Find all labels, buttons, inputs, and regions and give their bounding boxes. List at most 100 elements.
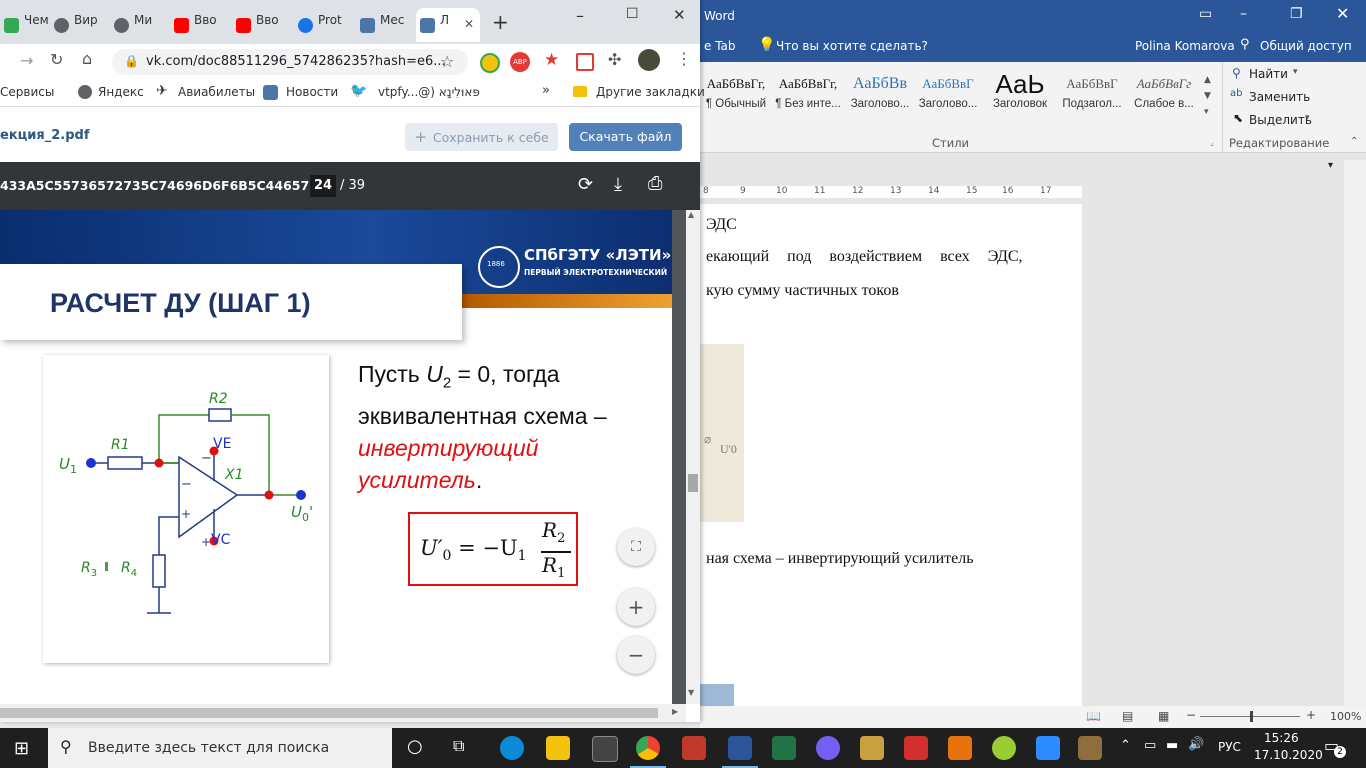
zoom-in-button[interactable]: + (617, 588, 655, 626)
zoom-out-button[interactable]: − (617, 636, 655, 674)
close-icon[interactable]: ✕ (1336, 4, 1349, 23)
reload-icon[interactable]: ↻ (50, 50, 63, 69)
zoom-icon[interactable] (1036, 736, 1060, 760)
more-bookmarks-icon[interactable]: » (542, 83, 550, 98)
scroll-thumb[interactable] (688, 474, 698, 492)
browser-tab[interactable]: Мес (356, 8, 418, 42)
tell-me-input[interactable]: Что вы хотите сделать? (776, 39, 928, 53)
print-layout-icon[interactable]: ▤ (1122, 709, 1133, 723)
taskbar-search[interactable]: ⚲ Введите здесь текст для поиска (48, 728, 392, 768)
download-icon[interactable]: ⤓ (614, 174, 622, 195)
download-button[interactable]: Скачать файл (569, 123, 682, 151)
replace-button[interactable]: Заменить (1249, 90, 1310, 104)
web-layout-icon[interactable]: ▦ (1158, 709, 1169, 723)
read-mode-icon[interactable]: 📖 (1086, 709, 1101, 723)
restore-icon[interactable]: ❐ (1290, 6, 1303, 22)
viber-icon[interactable] (816, 736, 840, 760)
app-icon[interactable] (992, 736, 1016, 760)
windows-start-icon[interactable]: ⊞ (14, 738, 29, 759)
solidworks-icon[interactable] (904, 736, 928, 760)
bookmark-news[interactable]: Новости (286, 85, 338, 99)
style-no-spacing[interactable]: АаБбВвГг, ¶ Без инте... (772, 70, 844, 120)
browser-tab[interactable]: Вир (50, 8, 112, 42)
maximize-icon[interactable]: ☐ (626, 6, 639, 22)
scroll-down-icon[interactable]: ▼ (688, 688, 694, 697)
bookmark-twitter[interactable]: vtpfy...@) פּאוּלִינָא (378, 85, 480, 99)
browser-tab[interactable]: Ми (110, 8, 172, 42)
home-icon[interactable]: ⌂ (82, 49, 92, 68)
cortana-icon[interactable]: ○ (407, 736, 423, 757)
search-input[interactable]: Введите здесь текст для поиска (88, 740, 329, 756)
collapse-ribbon-icon[interactable]: ⌃ (1350, 136, 1358, 147)
browser-tab-active[interactable]: Л ✕ (416, 8, 480, 42)
chevron-down-icon[interactable]: ▾ (1305, 113, 1310, 123)
matlab-icon[interactable] (948, 736, 972, 760)
bookmark-other[interactable]: Другие закладки (596, 85, 705, 99)
browser-tab[interactable]: Вво (170, 8, 232, 42)
close-icon[interactable]: ✕ (673, 6, 686, 24)
style-title[interactable]: АаЬ Заголовок (984, 70, 1056, 120)
style-subtle[interactable]: АаБбВвГг Слабое в... (1128, 70, 1200, 120)
app-icon[interactable] (860, 736, 884, 760)
zoom-out-icon[interactable]: − (1186, 708, 1196, 722)
rotate-icon[interactable]: ⟳ (578, 174, 593, 195)
ribbon-tab-partial[interactable]: e Tab (704, 39, 736, 53)
bookmark-yandex[interactable]: Яндекс (98, 85, 144, 99)
clock-time[interactable]: 15:26 (1264, 731, 1299, 745)
app-icon[interactable] (682, 736, 706, 760)
print-icon[interactable]: ⎙ (648, 173, 662, 194)
bookmark-avia[interactable]: Авиабилеты (178, 85, 255, 99)
ribbon-display-icon[interactable]: ▭ (1199, 6, 1212, 22)
network-icon[interactable]: ▭ (1144, 738, 1156, 753)
scroll-thumb[interactable] (0, 708, 658, 718)
share-button[interactable]: Общий доступ (1260, 39, 1352, 53)
language-indicator[interactable]: РУС (1218, 740, 1241, 754)
paint-icon[interactable] (1078, 736, 1102, 760)
store-icon[interactable] (592, 736, 618, 762)
explorer-icon[interactable] (546, 736, 570, 760)
pdf-vertical-scrollbar[interactable]: ▲ ▼ (686, 210, 700, 704)
pocket-icon[interactable] (576, 53, 594, 71)
volume-icon[interactable]: 🔊 (1188, 737, 1204, 752)
tray-chevron-icon[interactable]: ⌃ (1120, 738, 1131, 753)
tab-close-icon[interactable]: ✕ (464, 17, 474, 31)
select-button[interactable]: Выделить (1249, 113, 1312, 127)
edge-icon[interactable] (500, 736, 524, 760)
new-tab-button[interactable]: + (492, 10, 509, 34)
avatar[interactable] (638, 49, 660, 71)
adblock-icon[interactable]: ABP (510, 52, 530, 72)
puzzle-icon[interactable]: ✣ (608, 50, 621, 69)
horizontal-ruler[interactable]: 8 9 10 11 12 13 14 15 16 17 (700, 186, 1082, 198)
browser-tab[interactable]: Prot (294, 8, 356, 42)
style-heading2[interactable]: АаБбВвГ Заголово... (912, 70, 984, 120)
chevron-down-icon[interactable]: ▾ (1293, 67, 1298, 77)
zoom-slider-thumb[interactable] (1250, 711, 1253, 722)
zoom-level[interactable]: 100% (1330, 710, 1361, 723)
styles-launcher-icon[interactable]: ⌟ (1210, 138, 1214, 147)
minimize-icon[interactable]: – (1240, 6, 1247, 22)
style-normal[interactable]: АаБбВвГг, ¶ Обычный (700, 70, 772, 120)
scroll-up-icon[interactable]: ▲ (688, 210, 694, 219)
style-subtitle[interactable]: АаБбВвГ Подзагол... (1056, 70, 1128, 120)
clock-date[interactable]: 17.10.2020 (1254, 748, 1323, 762)
chrome-icon[interactable] (636, 736, 660, 760)
extension-icon[interactable] (480, 53, 500, 73)
document-page[interactable]: ЭДС екающий под воздействием всех ЭДС, к… (700, 204, 1082, 706)
user-name[interactable]: Polina Komarova (1135, 39, 1235, 53)
find-button[interactable]: Найти (1249, 67, 1288, 81)
word-vertical-scrollbar[interactable] (1344, 160, 1366, 706)
horizontal-scrollbar[interactable]: ▶ (0, 704, 686, 722)
menu-icon[interactable]: ⋮ (676, 49, 692, 68)
bookmark-star-icon[interactable]: ☆ (440, 52, 454, 71)
page-number-input[interactable]: 24 (310, 175, 336, 197)
chevron-down-icon[interactable]: ▾ (1328, 160, 1333, 171)
styles-scroll-icon[interactable]: ▲ ▼ ▾ (1204, 72, 1211, 120)
zoom-in-icon[interactable]: + (1306, 708, 1316, 722)
style-heading1[interactable]: АаБбВв Заголово... (844, 70, 916, 120)
url-text[interactable]: vk.com/doc88511296_574286235?hash=e6... (146, 54, 446, 69)
scroll-right-icon[interactable]: ▶ (672, 707, 678, 716)
fit-page-icon[interactable]: ⛶ (617, 528, 655, 566)
bookmark-services[interactable]: Сервисы (0, 85, 54, 99)
browser-tab[interactable]: Вво (232, 8, 294, 42)
star-extension-icon[interactable]: ★ (544, 50, 559, 70)
